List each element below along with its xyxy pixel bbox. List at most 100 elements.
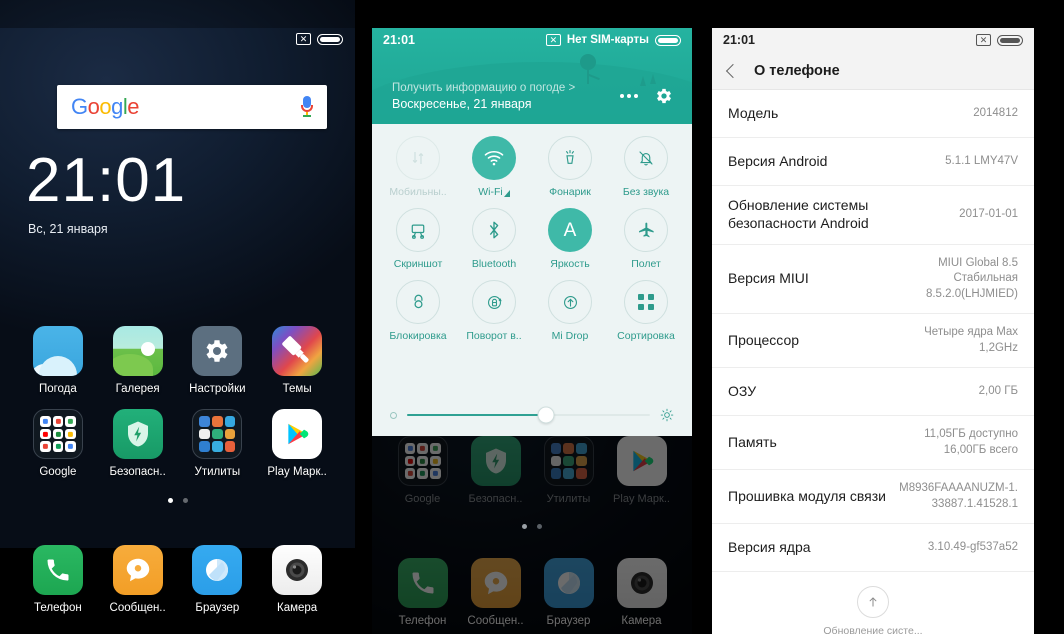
airplane-icon[interactable] xyxy=(624,208,668,252)
toggle-brightness-auto[interactable]: A Яркость xyxy=(532,208,608,270)
app-utilities-folder[interactable]: Утилиты xyxy=(178,409,258,478)
lock-icon[interactable] xyxy=(396,280,440,324)
sun-icon xyxy=(660,408,674,422)
table-row[interactable]: Память 11,05ГБ доступно 16,00ГБ всего xyxy=(712,416,1034,471)
google-search-bar[interactable]: Google xyxy=(57,85,327,129)
app-label: Play Марк.. xyxy=(267,466,327,478)
lockscreen-date: Вс, 21 января xyxy=(28,222,108,236)
system-update-label: Обновление систе... xyxy=(823,625,923,634)
row-key: Процессор xyxy=(728,331,800,348)
toggle-mi-drop[interactable]: Mi Drop xyxy=(532,280,608,342)
toggle-label: Фонарик xyxy=(549,186,591,198)
dock-browser-bg: Браузер xyxy=(532,558,605,627)
app-weather[interactable]: Погода xyxy=(18,326,98,395)
wifi-icon[interactable] xyxy=(472,136,516,180)
toggle-mute[interactable]: Без звука xyxy=(608,136,684,198)
screenshot-root: ✕ Google 21:01 Вс, 21 января Погода Гале… xyxy=(0,0,1064,634)
screenshot-icon[interactable] xyxy=(396,208,440,252)
app-utilities-folder-bg: Утилиты xyxy=(532,436,605,505)
toggle-sort[interactable]: Сортировка xyxy=(608,280,684,342)
app-gallery[interactable]: Галерея xyxy=(98,326,178,395)
flashlight-icon[interactable] xyxy=(548,136,592,180)
rotate-lock-icon[interactable] xyxy=(472,280,516,324)
page-dot[interactable] xyxy=(182,498,188,503)
security-shield-icon xyxy=(470,436,521,486)
status-time: 21:01 xyxy=(383,33,415,47)
dock-camera[interactable]: Камера xyxy=(257,545,337,614)
status-time: 21:01 xyxy=(723,33,755,47)
toggle-rotation-lock[interactable]: Поворот в.. xyxy=(456,280,532,342)
table-row[interactable]: Модель 2014812 xyxy=(712,90,1034,138)
gear-icon[interactable] xyxy=(654,86,674,106)
table-row[interactable]: Версия ядра 3.10.49-gf537a52 xyxy=(712,524,1034,573)
app-themes[interactable]: Темы xyxy=(257,326,337,395)
toggle-airplane[interactable]: Полет xyxy=(608,208,684,270)
back-chevron-icon[interactable] xyxy=(725,63,741,78)
row-value: MIUI Global 8.5 Стабильная 8.5.2.0(LHJMI… xyxy=(925,256,1018,300)
brightness-knob[interactable] xyxy=(537,406,554,424)
toggle-label: Яркость xyxy=(550,258,590,270)
dock-browser[interactable]: Браузер xyxy=(178,545,258,614)
toggle-screenshot[interactable]: Скриншот xyxy=(380,208,456,270)
toggle-bluetooth[interactable]: Bluetooth xyxy=(456,208,532,270)
dock-phone[interactable]: Телефон xyxy=(18,545,98,614)
app-settings[interactable]: Настройки xyxy=(178,326,258,395)
system-update-section[interactable]: Обновление систе... xyxy=(712,572,1034,634)
app-google-folder[interactable]: Google xyxy=(18,409,98,478)
weather-prompt[interactable]: Получить информацию о погоде > xyxy=(392,82,575,94)
about-phone-panel: 21:01 ✕ О телефоне Модель 2014812 Версия… xyxy=(712,28,1034,634)
app-play-store[interactable]: Play Марк.. xyxy=(257,409,337,478)
settings-gear-icon xyxy=(192,326,243,376)
row-value: 3.10.49-gf537a52 xyxy=(927,541,1018,554)
brightness-track[interactable] xyxy=(407,406,650,424)
toggle-label: Mi Drop xyxy=(551,330,589,342)
brightness-slider[interactable] xyxy=(372,406,692,424)
table-row[interactable]: Версия Android 5.1.1 LMY47V xyxy=(712,138,1034,186)
row-key: Версия MIUI xyxy=(728,270,809,287)
system-update-arrow-icon[interactable] xyxy=(857,586,889,619)
app-security[interactable]: Безопасн.. xyxy=(98,409,178,478)
home-dock: Телефон Сообщен.. Браузер Камера xyxy=(0,545,355,614)
table-row[interactable]: Обновление системы безопасности Android … xyxy=(712,186,1034,245)
dock-messages[interactable]: Сообщен.. xyxy=(98,545,178,614)
bluetooth-icon[interactable] xyxy=(472,208,516,252)
small-dot-icon xyxy=(390,411,397,419)
more-dots-icon[interactable] xyxy=(620,94,638,98)
toggle-mobile-data[interactable]: Мобильны.. xyxy=(380,136,456,198)
sort-grid-icon[interactable] xyxy=(624,280,668,324)
app-label: Безопасн.. xyxy=(468,493,523,505)
app-play-store-bg: Play Марк.. xyxy=(605,436,678,505)
weather-widget[interactable]: Получить информацию о погоде > Воскресен… xyxy=(372,74,692,118)
row-key: Версия Android xyxy=(728,152,828,169)
google-folder-icon xyxy=(32,409,83,459)
app-label: Темы xyxy=(282,383,312,395)
browser-icon xyxy=(192,545,243,595)
no-sim-text: Нет SIM-карты xyxy=(566,34,649,46)
auto-brightness-a-icon[interactable]: A xyxy=(548,208,592,252)
battery-full-icon xyxy=(655,34,681,46)
browser-icon xyxy=(543,558,594,608)
utilities-folder-icon xyxy=(543,436,594,486)
table-row[interactable]: Процессор Четыре ядра Max 1,2GHz xyxy=(712,314,1034,369)
table-row[interactable]: ОЗУ 2,00 ГБ xyxy=(712,368,1034,417)
background-page-indicator xyxy=(372,524,692,529)
table-row[interactable]: Прошивка модуля связи M8936FAAAANUZM-1. … xyxy=(712,470,1034,525)
mi-drop-upload-icon[interactable] xyxy=(548,280,592,324)
row-value: Четыре ядра Max 1,2GHz xyxy=(924,326,1018,354)
mobile-data-icon[interactable] xyxy=(396,136,440,180)
app-security-bg: Безопасн.. xyxy=(459,436,532,505)
app-label: Безопасн.. xyxy=(109,466,166,478)
microphone-icon[interactable] xyxy=(301,96,313,118)
app-google-folder-bg: Google xyxy=(386,436,459,505)
toggle-wifi[interactable]: Wi-Fi xyxy=(456,136,532,198)
background-app-grid: Google Безопасн.. Утилиты Play Марк.. xyxy=(372,436,692,505)
toggle-flashlight[interactable]: Фонарик xyxy=(532,136,608,198)
no-sim-icon: ✕ xyxy=(545,34,561,46)
toggle-lock[interactable]: Блокировка xyxy=(380,280,456,342)
lockscreen-panel: ✕ Google 21:01 Вс, 21 января Погода Гале… xyxy=(0,0,355,634)
mute-bell-icon[interactable] xyxy=(624,136,668,180)
page-dot-active xyxy=(522,524,527,529)
weather-icon xyxy=(32,326,83,376)
page-dot-active[interactable] xyxy=(167,498,173,503)
table-row[interactable]: Версия MIUI MIUI Global 8.5 Стабильная 8… xyxy=(712,245,1034,315)
